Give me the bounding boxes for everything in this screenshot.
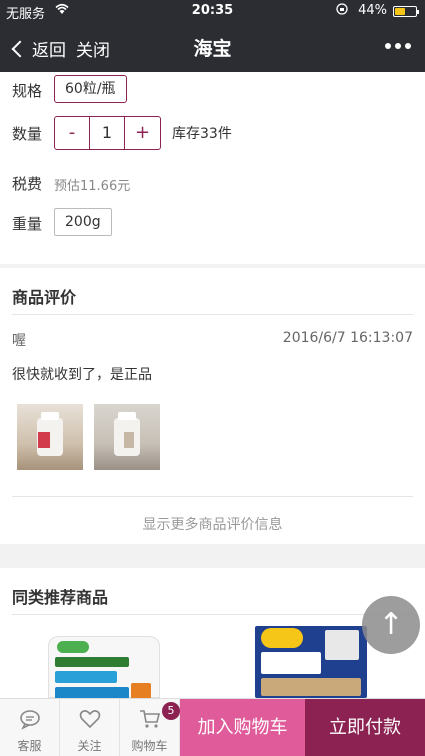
battery-percent: 44% (358, 3, 387, 18)
review-photo[interactable] (94, 404, 160, 470)
follow-label: 关注 (77, 739, 102, 753)
cart-icon (138, 707, 162, 731)
status-bar: 无服务 20:35 44% (0, 0, 425, 22)
arrow-up-icon: ↑ (378, 607, 404, 642)
scroll-to-top-button[interactable]: ↑ (362, 596, 420, 654)
page-content[interactable]: 规格 60粒/瓶 数量 - 1 + 库存33件 税费 预估11.66元 重量 2… (0, 72, 425, 698)
chevron-left-icon (11, 40, 29, 57)
review-timestamp: 2016/6/7 16:13:07 (282, 330, 413, 346)
customer-service-label: 客服 (17, 739, 42, 753)
weight-value: 200g (54, 208, 112, 236)
weight-label: 重量 (12, 215, 43, 233)
bottom-bar: 客服 关注 购物车 5 加入购物车 立即付款 (0, 698, 425, 756)
nav-bar: 返回 关闭 海宝 (0, 22, 425, 72)
recommend-section: 同类推荐商品 (0, 568, 425, 698)
battery-icon (393, 6, 419, 17)
follow-button[interactable]: 关注 (60, 699, 120, 756)
buy-now-button[interactable]: 立即付款 (305, 699, 425, 756)
rotation-lock-icon (336, 3, 348, 18)
tax-label: 税费 (12, 175, 43, 193)
add-to-cart-button[interactable]: 加入购物车 (180, 699, 305, 756)
quantity-stepper: - 1 + (54, 116, 161, 150)
quantity-value[interactable]: 1 (90, 117, 125, 149)
recommended-product-image[interactable] (48, 636, 160, 698)
review-photo[interactable] (17, 404, 83, 470)
recommend-section-title: 同类推荐商品 (12, 588, 109, 607)
customer-service-button[interactable]: 客服 (0, 699, 60, 756)
stock-count: 库存33件 (172, 126, 232, 142)
chat-icon (18, 707, 42, 731)
divider (12, 314, 413, 315)
reviewer-name: 喔 (12, 333, 26, 349)
cart-label: 购物车 (131, 739, 168, 753)
spec-label: 规格 (12, 82, 43, 100)
close-button[interactable]: 关闭 (76, 36, 110, 61)
more-reviews-link[interactable]: 显示更多商品评价信息 (0, 514, 425, 534)
spec-option[interactable]: 60粒/瓶 (54, 75, 127, 103)
spec-card: 规格 60粒/瓶 数量 - 1 + 库存33件 税费 预估11.66元 重量 2… (0, 72, 425, 264)
back-button[interactable]: 返回 (10, 36, 66, 61)
divider (12, 496, 413, 497)
review-text: 很快就收到了，是正品 (12, 367, 152, 383)
heart-icon (78, 707, 102, 731)
quantity-label: 数量 (12, 125, 43, 143)
more-menu-icon[interactable] (385, 43, 411, 49)
recommended-product-image[interactable] (255, 626, 367, 698)
back-label: 返回 (32, 41, 66, 61)
quantity-minus-button[interactable]: - (55, 117, 90, 149)
review-section-title: 商品评价 (12, 288, 77, 307)
divider (12, 614, 413, 615)
review-section: 商品评价 喔 2016/6/7 16:13:07 很快就收到了，是正品 显示更多… (0, 268, 425, 544)
cart-count-badge: 5 (162, 702, 180, 720)
tax-value: 预估11.66元 (54, 179, 131, 194)
quantity-plus-button[interactable]: + (125, 117, 160, 149)
